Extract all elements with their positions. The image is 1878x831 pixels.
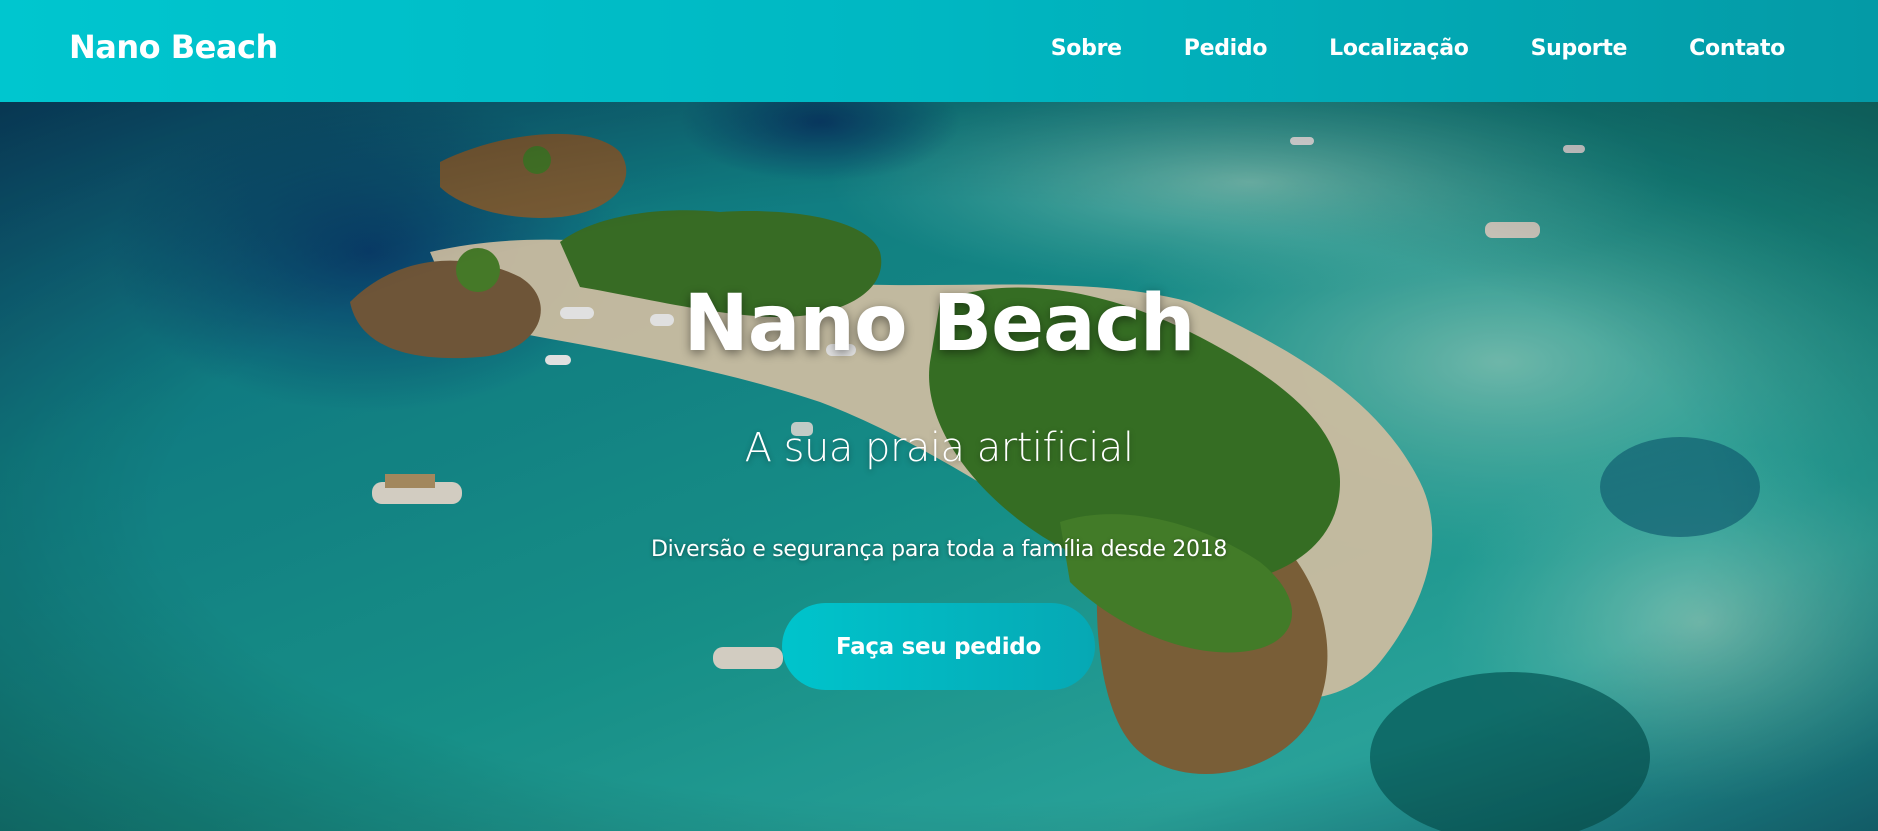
hero-section: Nano Beach A sua praia artificial Divers… [0,102,1878,831]
nav-link-contato[interactable]: Contato [1689,36,1785,61]
nav-link-pedido[interactable]: Pedido [1184,36,1268,61]
order-button[interactable]: Faça seu pedido [782,603,1095,690]
hero-title: Nano Beach [683,279,1196,369]
hero-tagline: Diversão e segurança para toda a família… [650,537,1228,562]
nav-link-sobre[interactable]: Sobre [1051,36,1122,61]
site-header: Nano Beach Sobre Pedido Localização Supo… [0,0,1878,102]
nav-link-suporte[interactable]: Suporte [1531,36,1628,61]
brand-logo[interactable]: Nano Beach [69,28,278,66]
main-nav: Sobre Pedido Localização Suporte Contato [989,36,1786,61]
hero-subtitle: A sua praia artificial [744,425,1134,471]
nav-link-localizacao[interactable]: Localização [1329,36,1469,61]
